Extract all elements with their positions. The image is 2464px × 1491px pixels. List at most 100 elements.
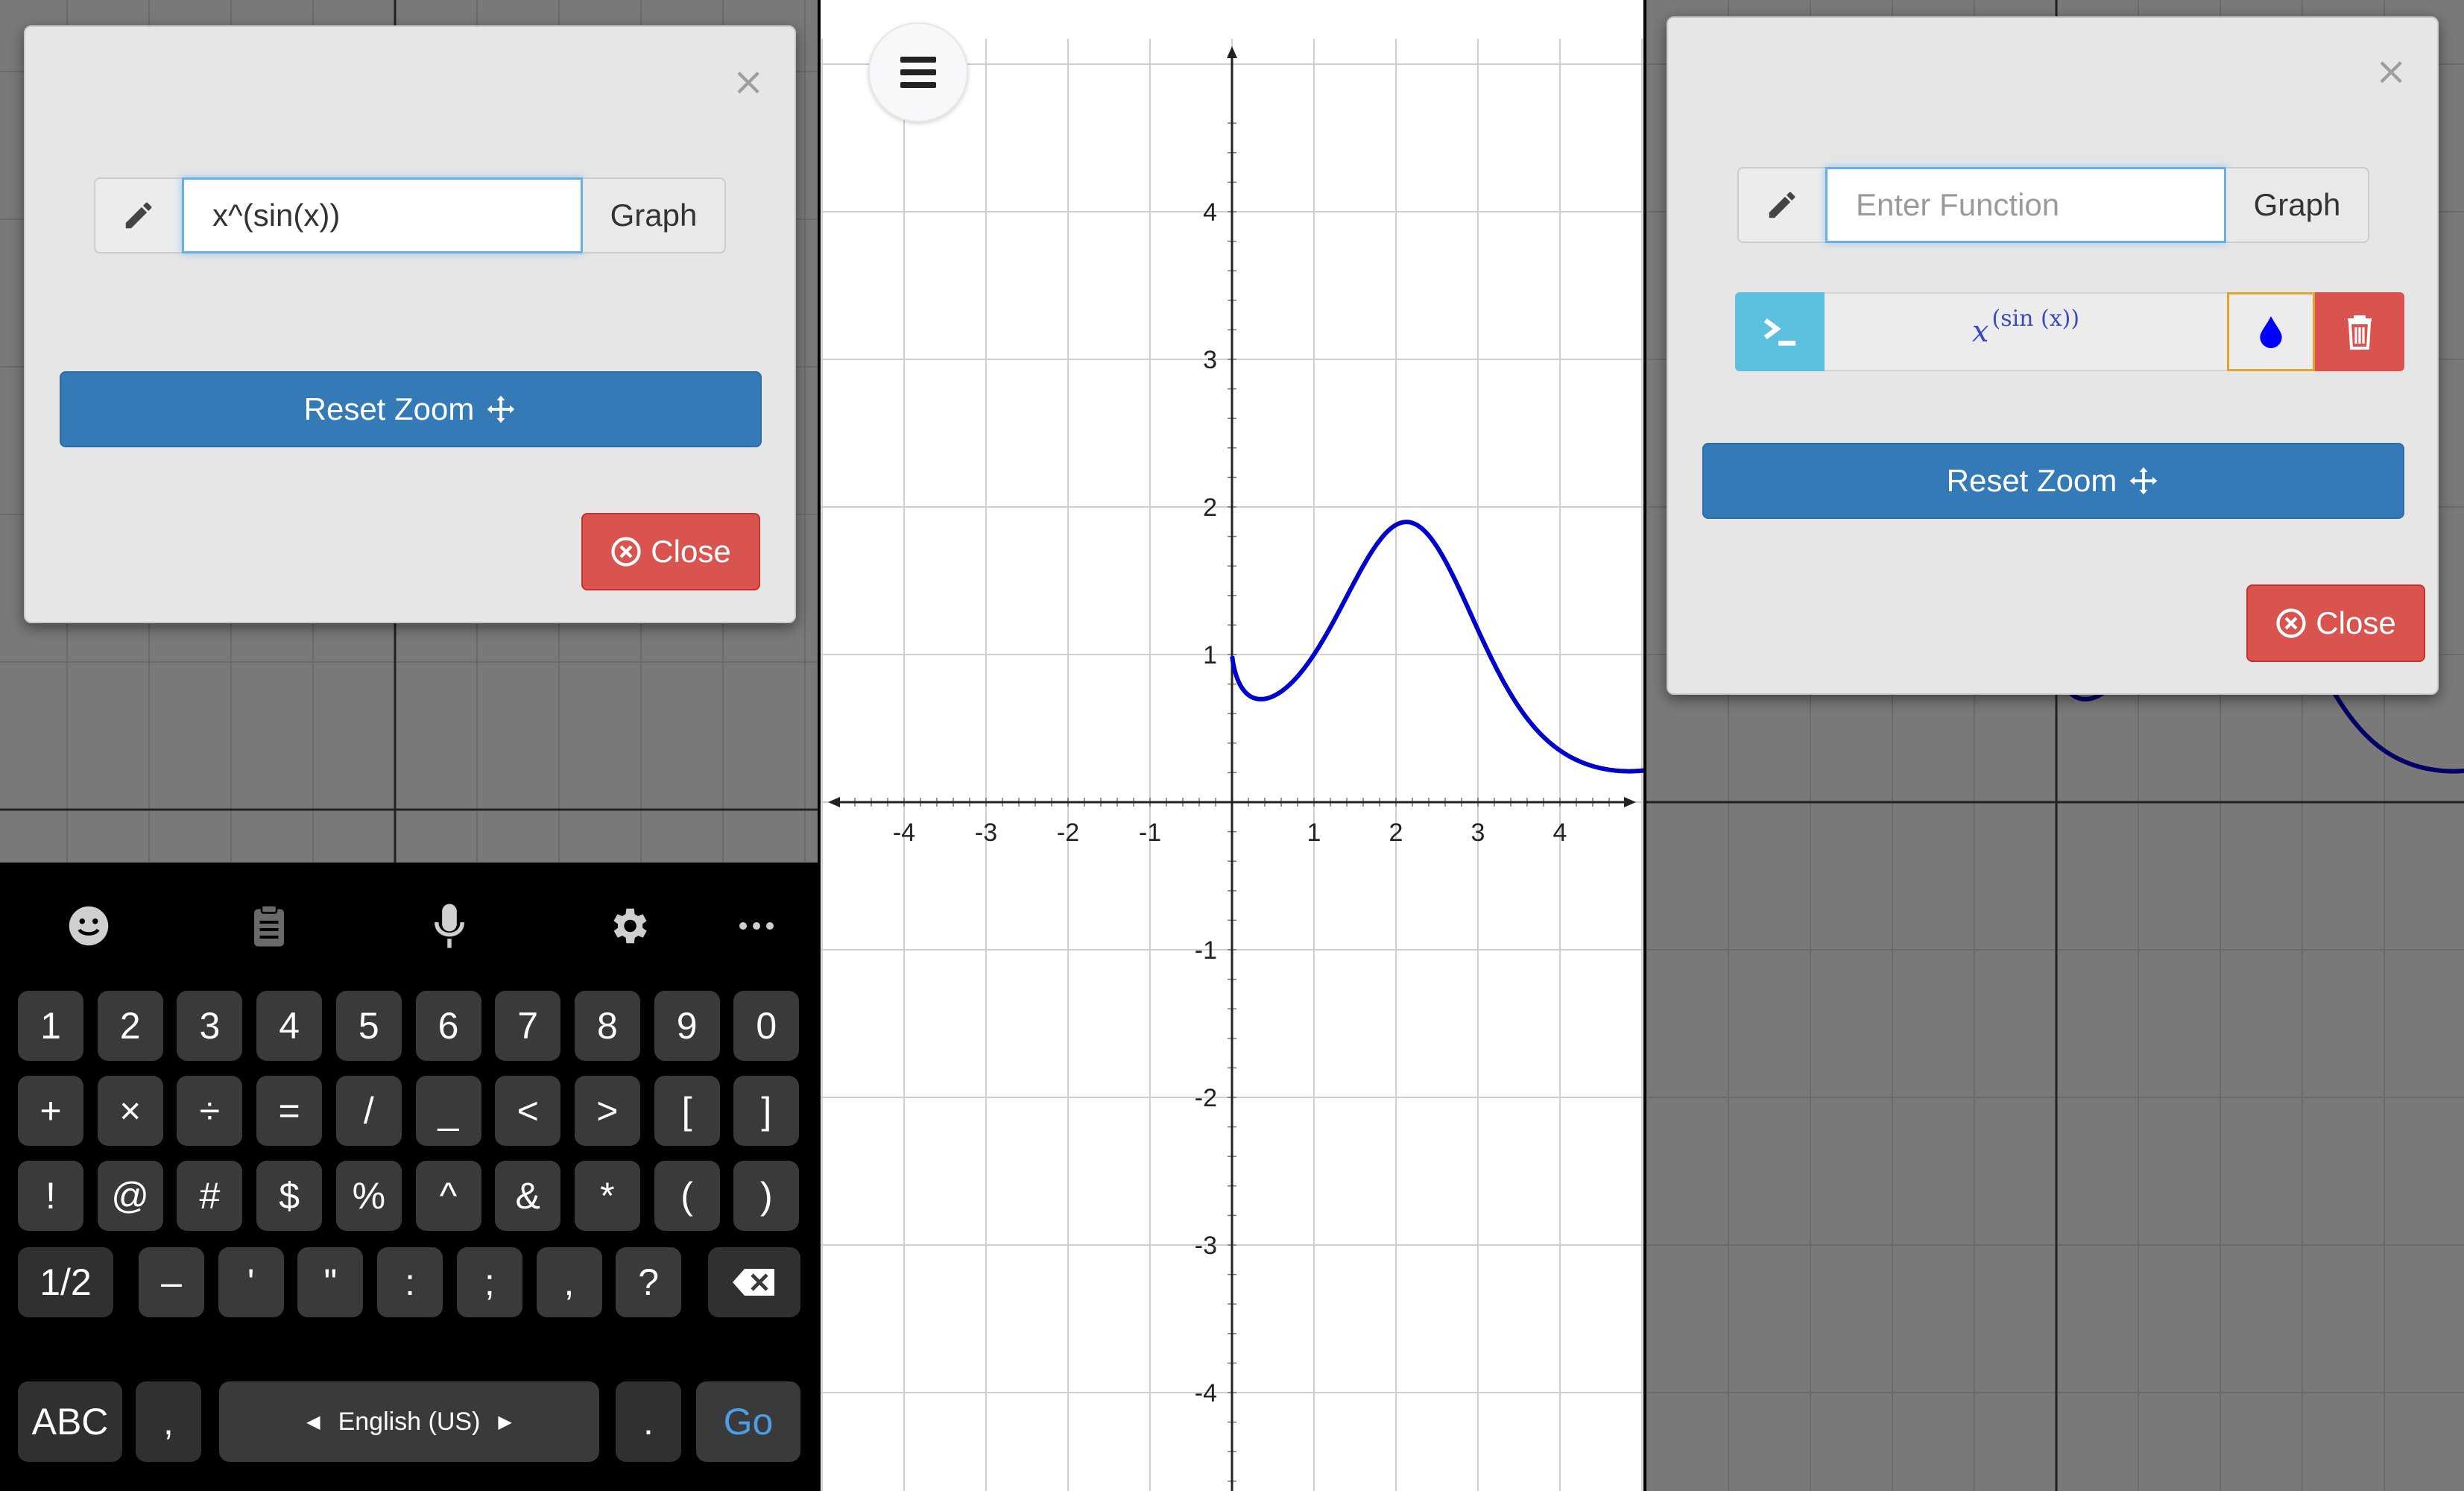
key-2-9[interactable]: ) (733, 1161, 800, 1231)
y-tick-label: -1 (1195, 936, 1217, 965)
hamburger-icon (900, 57, 936, 88)
key-2-8[interactable]: ( (654, 1161, 720, 1231)
key-2-7[interactable]: * (574, 1161, 640, 1231)
key-0-2[interactable]: 3 (177, 991, 243, 1061)
key-1-7[interactable]: > (574, 1076, 640, 1146)
key-2-4[interactable]: % (335, 1161, 402, 1231)
menu-button[interactable] (868, 22, 968, 122)
key-1-5[interactable]: _ (415, 1076, 481, 1146)
key-2-2[interactable]: # (177, 1161, 243, 1231)
key-fraction[interactable]: 1/2 (18, 1247, 113, 1317)
function-formula[interactable]: x (sin (x)) (1825, 292, 2227, 371)
trash-icon (2348, 315, 2372, 350)
function-input[interactable] (1825, 167, 2226, 243)
reset-zoom-button[interactable]: Reset Zoom (60, 371, 762, 447)
close-button[interactable]: Close (581, 513, 760, 590)
left-screen: × Graph Reset Zoom Close (0, 0, 818, 1491)
key-0-0[interactable]: 1 (18, 991, 83, 1061)
space-key[interactable]: ◀ English (US) ▶ (219, 1381, 599, 1462)
key-1-1[interactable]: × (97, 1076, 163, 1146)
delete-function-button[interactable] (2315, 292, 2404, 371)
backspace-key[interactable] (708, 1247, 800, 1317)
pencil-icon (1737, 167, 1825, 243)
graph-button[interactable]: Graph (2226, 167, 2369, 243)
key-0-7[interactable]: 8 (574, 991, 640, 1061)
key-2-0[interactable]: ! (18, 1161, 83, 1231)
move-arrows-icon (2130, 467, 2158, 495)
function-input[interactable] (182, 177, 583, 253)
x-tick-label: 3 (1471, 819, 1485, 847)
x-tick-label: 1 (1307, 819, 1321, 847)
abc-key[interactable]: ABC (18, 1381, 122, 1462)
key-1-6[interactable]: < (495, 1076, 561, 1146)
key-3-6[interactable]: , (536, 1247, 602, 1317)
y-tick-label: 4 (1203, 198, 1217, 227)
key-0-9[interactable]: 0 (733, 991, 800, 1061)
key-3-5[interactable]: ; (456, 1247, 522, 1317)
close-button[interactable]: Close (2246, 584, 2425, 662)
y-tick-label: 2 (1203, 494, 1217, 522)
function-dialog: × Graph Reset Zoom Close (24, 25, 796, 623)
formula-exponent: (sin (x)) (1991, 305, 2080, 332)
key-3-2[interactable]: ' (218, 1247, 284, 1317)
y-tick-label: 3 (1203, 346, 1217, 374)
close-label: Close (651, 534, 731, 569)
key-1-0[interactable]: + (18, 1076, 83, 1146)
y-tick-label: -2 (1195, 1084, 1217, 1112)
y-tick-label: -3 (1195, 1232, 1217, 1260)
microphone-icon[interactable] (423, 900, 476, 952)
key-0-8[interactable]: 9 (654, 991, 720, 1061)
x-axis-left-arrow (828, 797, 840, 807)
comma-key[interactable]: , (136, 1381, 201, 1462)
reset-zoom-button[interactable]: Reset Zoom (1702, 443, 2404, 519)
reset-zoom-label: Reset Zoom (1946, 463, 2117, 498)
key-2-3[interactable]: $ (256, 1161, 323, 1231)
color-picker-button[interactable] (2227, 292, 2315, 371)
function-list-item: x (sin (x)) (1735, 292, 2404, 371)
emoji-icon[interactable] (63, 900, 115, 952)
key-0-5[interactable]: 6 (415, 991, 481, 1061)
go-key[interactable]: Go (696, 1381, 800, 1462)
x-axis-right-arrow (1624, 797, 1636, 807)
times-circle-icon (611, 537, 641, 567)
x-tick-label: -2 (1057, 819, 1079, 847)
y-tick-label: -4 (1195, 1379, 1217, 1408)
key-1-9[interactable]: ] (733, 1076, 800, 1146)
key-0-4[interactable]: 5 (335, 991, 402, 1061)
key-1-8[interactable]: [ (654, 1076, 720, 1146)
key-0-1[interactable]: 2 (97, 991, 163, 1061)
key-1-4[interactable]: / (335, 1076, 402, 1146)
space-language-label: English (US) (338, 1407, 481, 1436)
settings-gear-icon[interactable] (602, 900, 654, 952)
graph-button[interactable]: Graph (583, 177, 726, 253)
graph-canvas[interactable]: -4 -3 -2 -1 1 2 3 4 4 3 2 1 -1 -2 -3 -4 (821, 0, 1643, 1491)
clipboard-icon[interactable] (243, 900, 295, 952)
key-3-4[interactable]: : (377, 1247, 443, 1317)
key-1-2[interactable]: ÷ (177, 1076, 243, 1146)
key-3-1[interactable]: – (139, 1247, 204, 1317)
key-1-3[interactable]: = (256, 1076, 323, 1146)
close-x-icon[interactable]: × (732, 63, 765, 101)
terminal-icon[interactable] (1735, 292, 1825, 371)
key-2-6[interactable]: & (495, 1161, 561, 1231)
key-2-5[interactable]: ^ (415, 1161, 481, 1231)
key-0-6[interactable]: 7 (495, 991, 561, 1061)
key-2-1[interactable]: @ (97, 1161, 163, 1231)
key-0-3[interactable]: 4 (256, 991, 323, 1061)
function-curve (1230, 520, 1643, 774)
y-tick-label: 1 (1203, 641, 1217, 669)
function-input-group: Graph (1737, 167, 2369, 243)
move-arrows-icon (487, 395, 515, 423)
right-triangle-icon: ▶ (498, 1411, 512, 1432)
backspace-icon (733, 1269, 774, 1296)
x-tick-label: -1 (1139, 819, 1161, 847)
function-dialog: × Graph x(sin (x)) Reset Zoom (1667, 16, 2439, 695)
key-3-7[interactable]: ? (616, 1247, 682, 1317)
keyboard-toolbar (0, 863, 818, 967)
more-icon[interactable] (730, 900, 783, 952)
function-input-group: Graph (94, 177, 726, 253)
period-key[interactable]: . (616, 1381, 681, 1462)
close-x-icon[interactable]: × (2375, 52, 2407, 91)
key-3-3[interactable]: " (297, 1247, 364, 1317)
x-tick-label: -3 (975, 819, 997, 847)
